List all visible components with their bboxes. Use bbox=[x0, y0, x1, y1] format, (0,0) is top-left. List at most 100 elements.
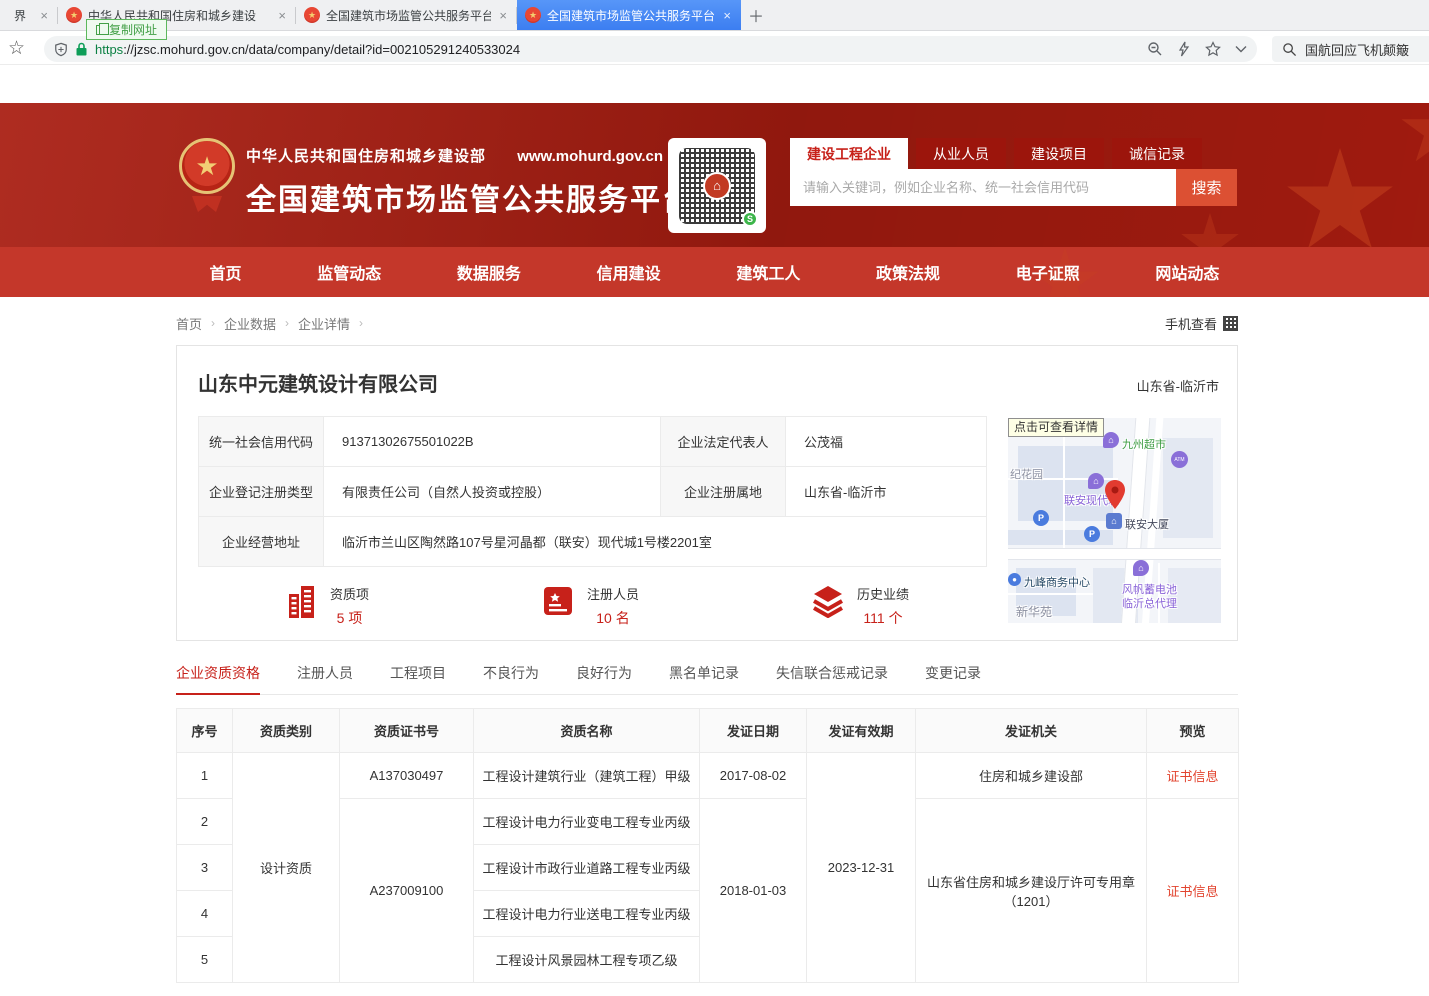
address-value: 临沂市兰山区陶然路107号星河晶都（联安）现代城1号楼2201室 bbox=[324, 517, 987, 567]
nav-item-workers[interactable]: 建筑工人 bbox=[736, 260, 800, 284]
nav-item-credit[interactable]: 信用建设 bbox=[597, 260, 661, 284]
map-road bbox=[1063, 418, 1065, 548]
location-map[interactable]: 点击可查看详情 ⌂ 九州超市 ATM 纪花园 ⌂ 联安现代城 ⌂ 联安大厦 P … bbox=[1008, 418, 1221, 623]
col-header-category: 资质类别 bbox=[233, 709, 340, 753]
nav-item-site-news[interactable]: 网站动态 bbox=[1155, 260, 1219, 284]
map-label-xinhua: 新华苑 bbox=[1016, 603, 1052, 620]
chevron-down-icon[interactable] bbox=[1235, 45, 1247, 53]
stat-label: 注册人员 bbox=[587, 584, 639, 603]
breadcrumb-company-data[interactable]: 企业数据 bbox=[224, 314, 276, 333]
tab-close-icon[interactable]: × bbox=[276, 8, 288, 23]
col-header-cert-no: 资质证书号 bbox=[340, 709, 474, 753]
keyword-search-input[interactable] bbox=[790, 169, 1176, 206]
company-stats: 资质项 5 项 注册人员 10 名 历史业绩 111 个 bbox=[198, 584, 986, 630]
breadcrumb-company-detail[interactable]: 企业详情 bbox=[298, 314, 350, 333]
quick-search-text: 国航回应飞机颠簸 bbox=[1305, 40, 1409, 59]
mobile-view-link[interactable]: 手机查看 bbox=[1165, 314, 1238, 333]
search-button[interactable]: 搜索 bbox=[1176, 169, 1237, 206]
reg-type-value: 有限责任公司（自然人投资或控股） bbox=[324, 467, 661, 517]
search-category-tabs: 建设工程企业 从业人员 建设项目 诚信记录 bbox=[790, 138, 1237, 169]
search-tab-personnel[interactable]: 从业人员 bbox=[916, 138, 1006, 169]
cell-preview: 证书信息 bbox=[1147, 753, 1239, 799]
col-header-no: 序号 bbox=[177, 709, 233, 753]
cell-no: 1 bbox=[177, 753, 233, 799]
credit-code-label: 统一社会信用代码 bbox=[199, 417, 324, 467]
lianan-tower-poi-icon: ⌂ bbox=[1106, 513, 1122, 529]
table-row: 统一社会信用代码 91371302675501022B 企业法定代表人 公茂福 bbox=[199, 417, 987, 467]
certificate-info-link[interactable]: 证书信息 bbox=[1166, 884, 1218, 899]
nav-item-supervision[interactable]: 监管动态 bbox=[317, 260, 381, 284]
certificate-book-icon bbox=[541, 584, 575, 618]
main-navigation: 首页 监管动态 数据服务 信用建设 建筑工人 政策法规 电子证照 网站动态 bbox=[0, 247, 1429, 297]
map-label-business-center: 九峰商务中心 bbox=[1024, 574, 1090, 590]
cell-authority: 山东省住房和城乡建设厅许可专用章（1201） bbox=[916, 799, 1147, 983]
tab-blacklist[interactable]: 黑名单记录 bbox=[669, 663, 739, 694]
nav-item-data-service[interactable]: 数据服务 bbox=[457, 260, 521, 284]
search-tab-credit[interactable]: 诚信记录 bbox=[1112, 138, 1202, 169]
stat-value: 111 个 bbox=[857, 608, 909, 628]
battery-poi-icon: ⌂ bbox=[1133, 560, 1149, 576]
flash-save-icon[interactable] bbox=[1177, 41, 1191, 57]
parking-icon: P bbox=[1084, 526, 1100, 542]
col-header-issue-date: 发证日期 bbox=[700, 709, 807, 753]
cell-name: 工程设计电力行业变电工程专业丙级 bbox=[474, 799, 700, 845]
tab-close-icon[interactable]: × bbox=[497, 8, 509, 23]
map-block bbox=[1163, 438, 1213, 538]
tab-qualifications[interactable]: 企业资质资格 bbox=[176, 663, 260, 694]
cell-authority: 住房和城乡建设部 bbox=[916, 753, 1147, 799]
stat-label: 资质项 bbox=[330, 584, 369, 603]
new-tab-button[interactable]: ＋ bbox=[741, 0, 771, 30]
browser-tab-jzsc-1[interactable]: ★ 全国建筑市场监管公共服务平台 × bbox=[296, 0, 517, 30]
stat-value: 10 名 bbox=[587, 608, 639, 628]
cell-no: 5 bbox=[177, 937, 233, 983]
tab-dishonesty[interactable]: 失信联合惩戒记录 bbox=[776, 663, 888, 694]
tab-close-icon[interactable]: × bbox=[38, 8, 50, 23]
decorative-star bbox=[1400, 103, 1429, 168]
cell-name: 工程设计电力行业送电工程专业丙级 bbox=[474, 891, 700, 937]
tab-projects[interactable]: 工程项目 bbox=[390, 663, 446, 694]
company-region: 山东省-临沂市 bbox=[1137, 376, 1219, 395]
credit-code-value: 91371302675501022B bbox=[324, 417, 661, 467]
browser-quick-search[interactable]: 国航回应飞机颠簸 bbox=[1272, 36, 1429, 62]
nav-item-ecert[interactable]: 电子证照 bbox=[1016, 260, 1080, 284]
tab-registered-personnel[interactable]: 注册人员 bbox=[297, 663, 353, 694]
emblem-star-icon: ★ bbox=[195, 151, 218, 182]
table-header-row: 序号 资质类别 资质证书号 资质名称 发证日期 发证有效期 发证机关 预览 bbox=[177, 709, 1239, 753]
legal-rep-label: 企业法定代表人 bbox=[661, 417, 786, 467]
nav-item-home[interactable]: 首页 bbox=[210, 260, 242, 284]
tab-change-records[interactable]: 变更记录 bbox=[925, 663, 981, 694]
tab-close-icon[interactable]: × bbox=[721, 8, 733, 23]
certificate-info-link[interactable]: 证书信息 bbox=[1166, 769, 1218, 784]
header-search-area: 建设工程企业 从业人员 建设项目 诚信记录 搜索 bbox=[790, 138, 1237, 206]
map-road bbox=[1008, 593, 1093, 595]
urlbar-actions bbox=[1147, 41, 1247, 57]
zoom-out-icon[interactable] bbox=[1147, 41, 1163, 57]
national-emblem-logo: ★ bbox=[179, 138, 235, 194]
stat-history-performance: 历史业绩 111 个 bbox=[811, 584, 909, 628]
address-bar[interactable]: https://jzsc.mohurd.gov.cn/data/company/… bbox=[44, 36, 1257, 62]
nav-item-policy[interactable]: 政策法规 bbox=[876, 260, 940, 284]
mobile-view-label: 手机查看 bbox=[1165, 314, 1217, 333]
bookmark-star-icon[interactable]: ☆ bbox=[8, 37, 25, 60]
cell-preview: 证书信息 bbox=[1147, 799, 1239, 983]
tab-title: 界 bbox=[14, 7, 32, 24]
tab-bad-behavior[interactable]: 不良行为 bbox=[483, 663, 539, 694]
tab-good-behavior[interactable]: 良好行为 bbox=[576, 663, 632, 694]
browser-window: 界 × ★ 中华人民共和国住房和城乡建设 × ★ 全国建筑市场监管公共服务平台 … bbox=[0, 0, 1429, 996]
favorite-star-icon[interactable] bbox=[1205, 41, 1221, 57]
search-tab-project[interactable]: 建设项目 bbox=[1014, 138, 1104, 169]
ministry-name: 中华人民共和国住房和城乡建设部 bbox=[246, 148, 486, 165]
tab-favicon-emblem-icon: ★ bbox=[66, 7, 82, 23]
stat-value: 5 项 bbox=[330, 608, 369, 628]
browser-tab-partial[interactable]: 界 × bbox=[0, 0, 58, 30]
breadcrumb-home[interactable]: 首页 bbox=[176, 314, 202, 333]
search-tab-enterprise[interactable]: 建设工程企业 bbox=[790, 138, 908, 169]
shield-icon[interactable] bbox=[54, 42, 68, 57]
breadcrumb: 首页 › 企业数据 › 企业详情 › 手机查看 bbox=[176, 310, 1238, 336]
parking-icon: P bbox=[1033, 510, 1049, 526]
cell-issue-date: 2018-01-03 bbox=[700, 799, 807, 983]
browser-tab-jzsc-active[interactable]: ★ 全国建筑市场监管公共服务平台 × bbox=[517, 0, 741, 30]
cell-category: 设计资质 bbox=[233, 753, 340, 983]
company-name: 山东中元建筑设计有限公司 bbox=[198, 368, 438, 397]
map-label-supermarket: 九州超市 bbox=[1122, 436, 1166, 452]
